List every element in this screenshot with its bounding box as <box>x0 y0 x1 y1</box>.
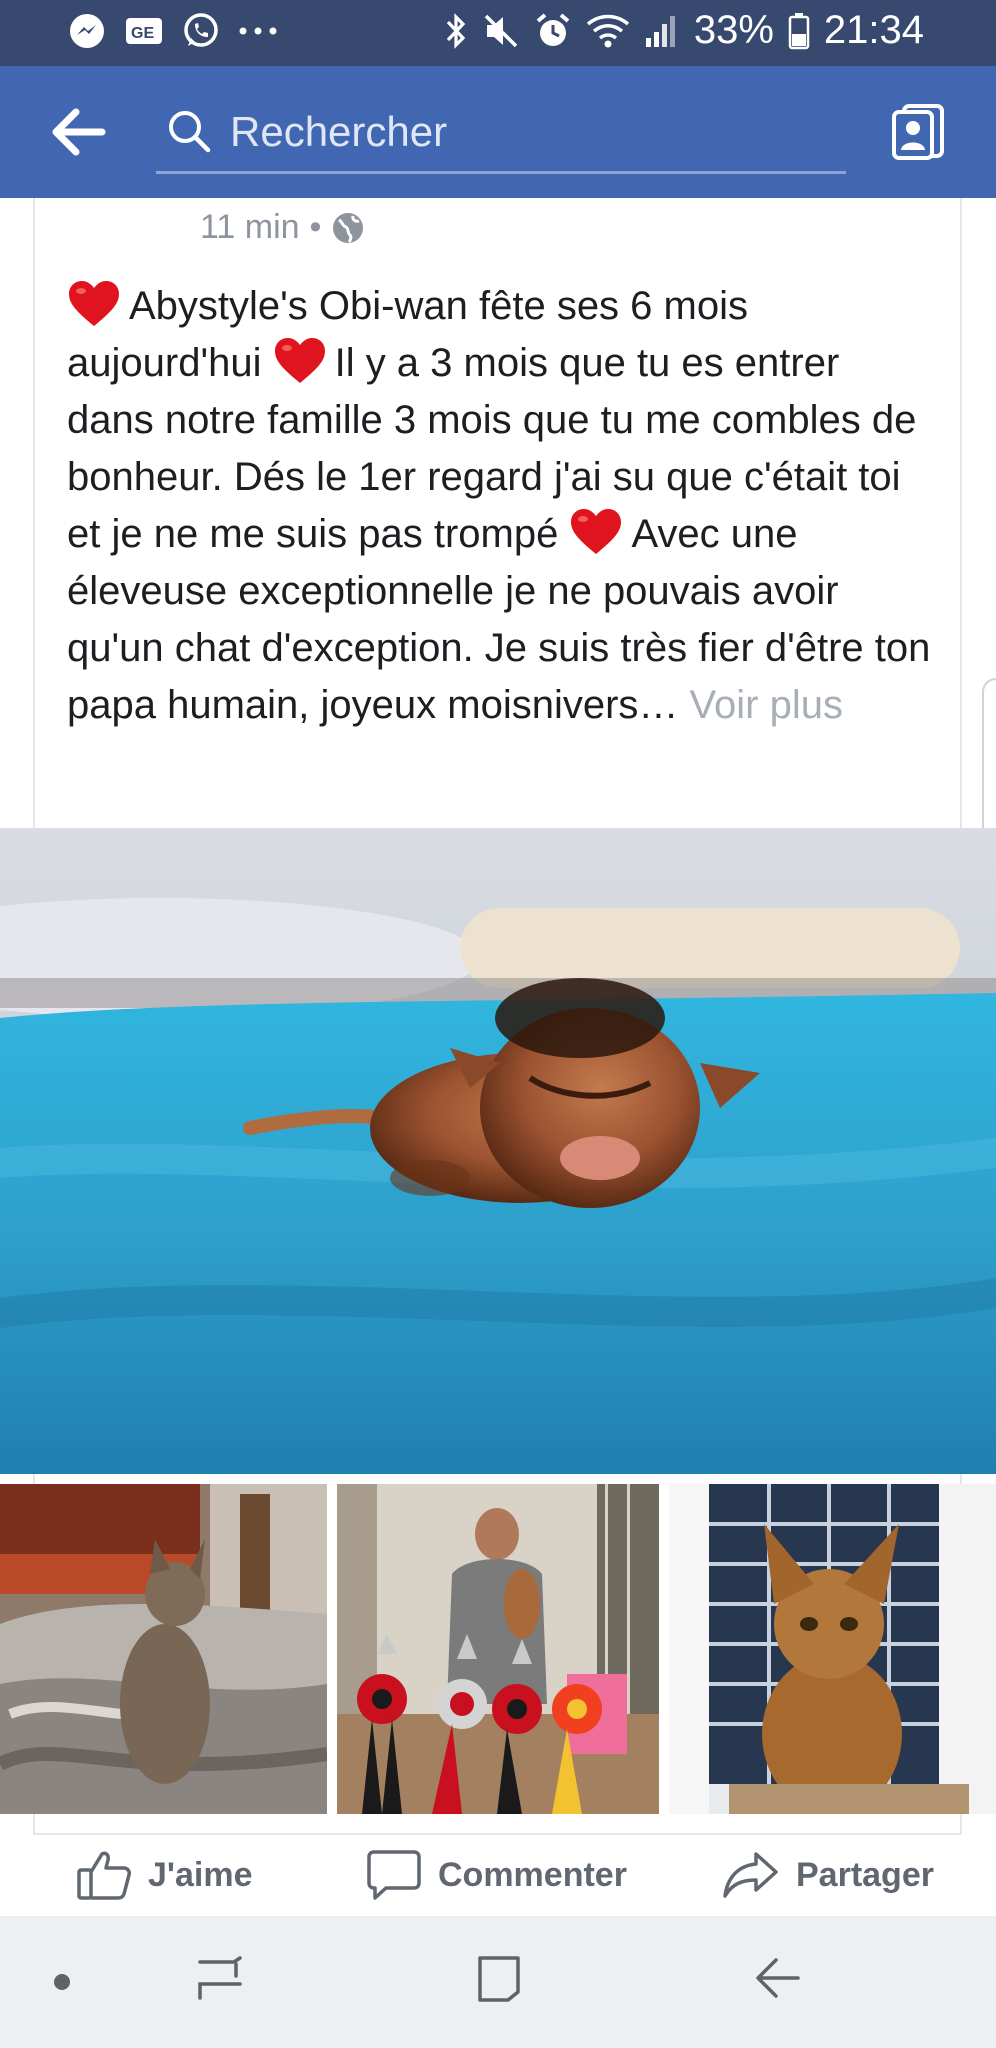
status-bar: GE 33% 21:34 <box>0 0 996 66</box>
globe-icon <box>333 212 364 243</box>
more-dots-icon <box>239 27 277 35</box>
nav-back-icon[interactable] <box>752 1954 802 2004</box>
search-bar[interactable] <box>156 94 846 174</box>
app-header <box>0 66 996 198</box>
heart-emoji-icon <box>571 509 622 554</box>
clock: 21:34 <box>823 8 924 52</box>
like-button[interactable]: J'aime <box>76 1848 253 1902</box>
cat-on-blanket-photo <box>0 1484 327 1814</box>
mute-icon <box>484 14 518 47</box>
whatsapp-icon <box>184 13 218 47</box>
heart-emoji-icon <box>69 281 119 326</box>
battery-percent: 33% <box>693 8 774 52</box>
nav-dot-icon[interactable] <box>52 1972 72 1992</box>
back-arrow-icon[interactable] <box>50 106 106 158</box>
kitten-photo <box>0 828 996 1474</box>
thumbnail-photo-2[interactable] <box>337 1484 659 1814</box>
messenger-icon <box>70 14 104 48</box>
thumbnail-photo-1[interactable] <box>0 1484 327 1814</box>
recent-apps-icon[interactable] <box>196 1954 244 2002</box>
post-time[interactable]: 11 min <box>200 208 300 247</box>
system-nav-bar <box>0 1916 996 2048</box>
share-button[interactable]: Partager <box>722 1848 934 1902</box>
thumbs-up-icon <box>77 1851 131 1900</box>
home-square-icon[interactable] <box>474 1954 524 2004</box>
meta-separator: • <box>309 208 322 246</box>
like-label: J'aime <box>148 1855 253 1894</box>
post-actions: J'aime Commenter Partager <box>0 1836 996 1916</box>
share-arrow-icon <box>723 1852 778 1898</box>
post-photo-main[interactable] <box>0 828 996 1474</box>
status-left-icons: GE <box>68 12 278 50</box>
post-meta: 11 min • <box>200 208 365 247</box>
comment-button[interactable]: Commenter <box>366 1848 627 1902</box>
wifi-icon <box>586 14 629 47</box>
news-icon: GE <box>126 18 162 44</box>
thumbnail-photo-3[interactable] <box>669 1484 996 1814</box>
alarm-icon <box>536 12 570 46</box>
share-label: Partager <box>796 1855 934 1894</box>
cat-at-window-photo <box>669 1484 996 1814</box>
search-input[interactable] <box>230 102 810 162</box>
svg-text:GE: GE <box>131 25 154 42</box>
contacts-icon[interactable] <box>890 102 946 162</box>
man-with-trophies-photo <box>337 1484 659 1814</box>
see-more-link[interactable]: Voir plus <box>690 683 843 727</box>
heart-emoji-icon <box>274 338 325 383</box>
search-icon <box>169 111 211 153</box>
status-right-icons: 33% 21:34 <box>444 8 924 53</box>
signal-icon <box>645 15 675 47</box>
comment-label: Commenter <box>438 1855 627 1894</box>
bluetooth-icon <box>446 12 466 49</box>
post-text: Abystyle's Obi-wan fête ses 6 mois aujou… <box>67 278 937 734</box>
photo-thumbnails <box>0 1484 996 1814</box>
battery-icon <box>788 12 810 49</box>
post-text-ellipsis: … <box>638 683 679 727</box>
comment-bubble-icon <box>367 1850 421 1900</box>
